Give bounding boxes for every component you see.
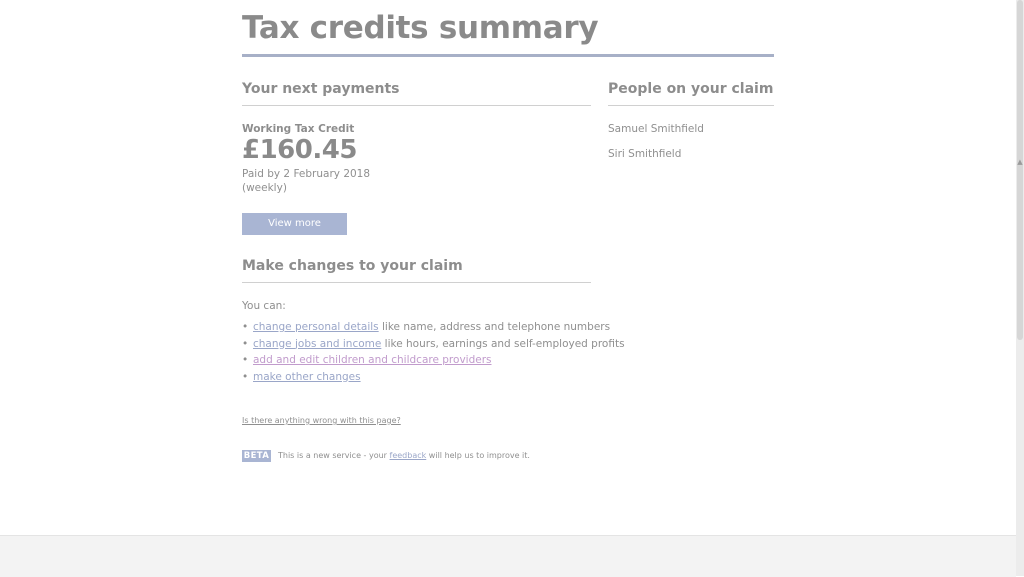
beta-badge: BETA [242, 450, 271, 462]
changes-divider [242, 282, 591, 283]
payment-frequency: (weekly) [242, 182, 287, 194]
change-jobs-income-link[interactable]: change jobs and income [253, 338, 381, 350]
beta-prefix: This is a new service - your [278, 451, 390, 460]
make-other-changes-link[interactable]: make other changes [253, 371, 361, 383]
list-item: make other changes [242, 371, 625, 388]
beta-banner-text: This is a new service - your feedback wi… [278, 451, 530, 460]
payments-heading: Your next payments [242, 81, 400, 97]
list-item: change jobs and income like hours, earni… [242, 338, 625, 355]
change-personal-details-link[interactable]: change personal details [253, 321, 379, 333]
changes-list: change personal details like name, addre… [242, 321, 625, 387]
list-item-text: like name, address and telephone numbers [378, 321, 611, 333]
changes-intro: You can: [242, 300, 286, 312]
list-item-text: like hours, earnings and self-employed p… [381, 337, 625, 350]
view-more-payments-button[interactable]: View more payments [242, 213, 347, 251]
feedback-link[interactable]: feedback [390, 451, 427, 460]
scrollbar-thumb[interactable] [1017, 0, 1023, 340]
paid-by-date: Paid by 2 February 2018 [242, 168, 371, 180]
credit-name: Working Tax Credit [242, 123, 355, 135]
list-item: add and edit children and childcare prov… [242, 354, 625, 371]
scroll-up-arrow-icon[interactable]: ▲ [1016, 158, 1024, 166]
footer [0, 535, 1016, 577]
report-problem-link[interactable]: Is there anything wrong with this page? [242, 416, 401, 425]
list-item: change personal details like name, addre… [242, 321, 625, 338]
person-name: Samuel Smithfield [608, 123, 704, 135]
beta-suffix: will help us to improve it. [426, 451, 530, 460]
payment-amount: £160.45 [242, 135, 357, 165]
add-edit-children-link[interactable]: add and edit children and childcare prov… [253, 354, 492, 366]
people-divider [608, 105, 774, 106]
people-heading: People on your claim [608, 81, 774, 97]
payments-divider [242, 105, 591, 106]
title-divider [242, 54, 774, 57]
person-name: Siri Smithfield [608, 148, 682, 160]
page-title: Tax credits summary [242, 10, 599, 46]
page: Tax credits summary Your next payments W… [0, 0, 1016, 577]
changes-heading: Make changes to your claim [242, 258, 463, 274]
